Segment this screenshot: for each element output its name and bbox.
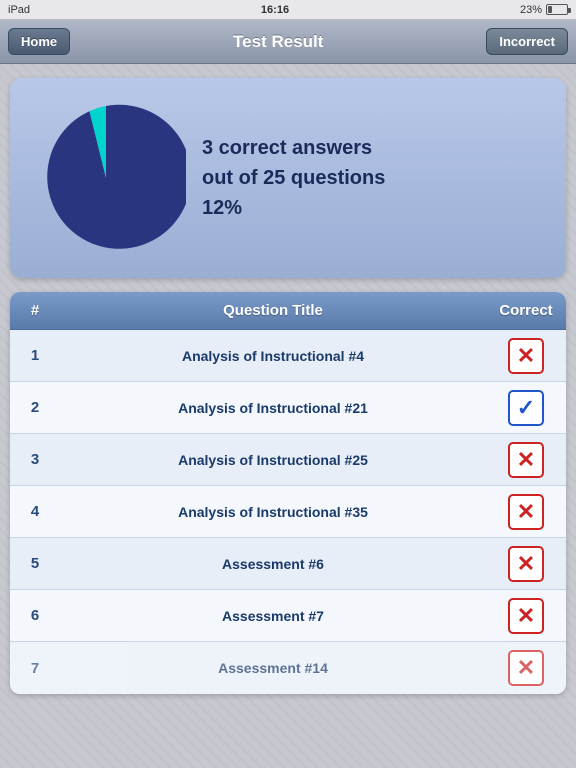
row-question-title: Analysis of Instructional #21 [60,400,486,416]
row-question-title: Assessment #6 [60,556,486,572]
row-number: 7 [10,660,60,677]
status-bar: iPad 16:16 23% [0,0,576,20]
row-number: 3 [10,451,60,468]
table-row[interactable]: 2 Analysis of Instructional #21 ✓ [10,382,566,434]
home-button[interactable]: Home [8,28,70,55]
row-question-title: Assessment #7 [60,608,486,624]
page-title: Test Result [70,32,486,52]
row-correct-status: ✕ [486,650,566,686]
row-number: 2 [10,399,60,416]
incorrect-icon: ✕ [508,338,544,374]
summary-line3: 12% [202,193,385,223]
incorrect-icon: ✕ [508,442,544,478]
battery-icon [546,4,568,15]
incorrect-button[interactable]: Incorrect [486,28,568,55]
incorrect-icon: ✕ [508,650,544,686]
status-time: 16:16 [30,4,520,16]
header-title: Question Title [60,302,486,319]
row-question-title: Assessment #14 [60,660,486,676]
row-number: 1 [10,347,60,364]
table-row[interactable]: 1 Analysis of Instructional #4 ✕ [10,330,566,382]
row-correct-status: ✕ [486,494,566,530]
row-question-title: Analysis of Instructional #4 [60,348,486,364]
header-correct: Correct [486,302,566,319]
results-table: # Question Title Correct 1 Analysis of I… [10,292,566,694]
row-number: 5 [10,555,60,572]
device-name: iPad [8,4,30,16]
incorrect-icon: ✕ [508,494,544,530]
pie-chart [26,98,186,258]
header-number: # [10,302,60,319]
main-content: 3 correct answers out of 25 questions 12… [0,64,576,708]
row-correct-status: ✓ [486,390,566,426]
summary-text: 3 correct answers out of 25 questions 12… [202,133,385,223]
correct-icon: ✓ [508,390,544,426]
nav-bar: Home Test Result Incorrect [0,20,576,64]
row-question-title: Analysis of Instructional #25 [60,452,486,468]
summary-line2: out of 25 questions [202,163,385,193]
incorrect-icon: ✕ [508,546,544,582]
status-right: 23% [520,4,568,16]
summary-card: 3 correct answers out of 25 questions 12… [10,78,566,278]
row-correct-status: ✕ [486,442,566,478]
table-row[interactable]: 5 Assessment #6 ✕ [10,538,566,590]
table-header: # Question Title Correct [10,292,566,330]
row-number: 4 [10,503,60,520]
table-row[interactable]: 4 Analysis of Instructional #35 ✕ [10,486,566,538]
battery-percent: 23% [520,4,542,16]
table-row[interactable]: 6 Assessment #7 ✕ [10,590,566,642]
incorrect-icon: ✕ [508,598,544,634]
summary-line1: 3 correct answers [202,133,385,163]
row-correct-status: ✕ [486,338,566,374]
row-number: 6 [10,607,60,624]
row-correct-status: ✕ [486,598,566,634]
row-question-title: Analysis of Instructional #35 [60,504,486,520]
row-correct-status: ✕ [486,546,566,582]
table-row[interactable]: 3 Analysis of Instructional #25 ✕ [10,434,566,486]
table-row[interactable]: 7 Assessment #14 ✕ [10,642,566,694]
